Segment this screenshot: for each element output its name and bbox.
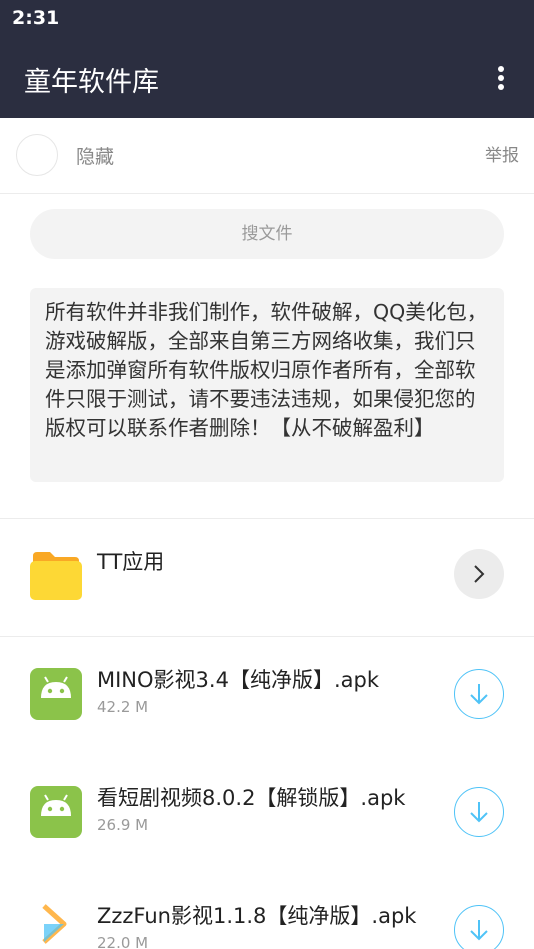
file-size: 22.0 M <box>97 934 149 949</box>
report-button[interactable]: 举报 <box>485 141 519 166</box>
divider <box>0 518 534 519</box>
file-item[interactable]: MINO影视3.4【纯净版】.apk 42.2 M <box>0 638 534 756</box>
more-options-icon[interactable] <box>486 62 516 94</box>
folder-item[interactable]: TT应用 <box>0 520 534 636</box>
search-input[interactable]: 搜文件 <box>30 209 504 259</box>
open-folder-button[interactable] <box>454 549 504 599</box>
app-icon <box>42 904 67 944</box>
file-size: 42.2 M <box>97 698 149 716</box>
download-icon <box>470 920 488 941</box>
folder-name: TT应用 <box>97 550 165 574</box>
avatar[interactable] <box>16 134 58 176</box>
notice-text: 所有软件并非我们制作，软件破解，QQ美化包，游戏破解版，全部来自第三方网络收集，… <box>30 288 504 482</box>
status-bar: 2:31 <box>0 0 534 38</box>
chevron-right-icon <box>474 565 485 583</box>
download-button[interactable] <box>454 787 504 837</box>
download-button[interactable] <box>454 905 504 949</box>
file-size: 26.9 M <box>97 816 149 834</box>
download-button[interactable] <box>454 669 504 719</box>
user-name: 隐藏 <box>76 146 115 168</box>
android-icon <box>30 668 82 720</box>
divider <box>0 636 534 637</box>
file-name: ZzzFun影视1.1.8【纯净版】.apk <box>97 904 417 928</box>
user-row: 隐藏 举报 <box>0 118 534 194</box>
file-name: 看短剧视频8.0.2【解锁版】.apk <box>97 786 406 810</box>
app-bar: 童年软件库 <box>0 38 534 118</box>
download-icon <box>470 802 488 823</box>
android-icon <box>30 786 82 838</box>
folder-icon <box>30 552 82 600</box>
app-title: 童年软件库 <box>24 67 159 98</box>
download-icon <box>470 684 488 705</box>
file-name: MINO影视3.4【纯净版】.apk <box>97 668 379 692</box>
status-time: 2:31 <box>12 7 60 29</box>
file-item[interactable]: 看短剧视频8.0.2【解锁版】.apk 26.9 M <box>0 756 534 874</box>
file-item[interactable]: ZzzFun影视1.1.8【纯净版】.apk 22.0 M <box>0 874 534 949</box>
